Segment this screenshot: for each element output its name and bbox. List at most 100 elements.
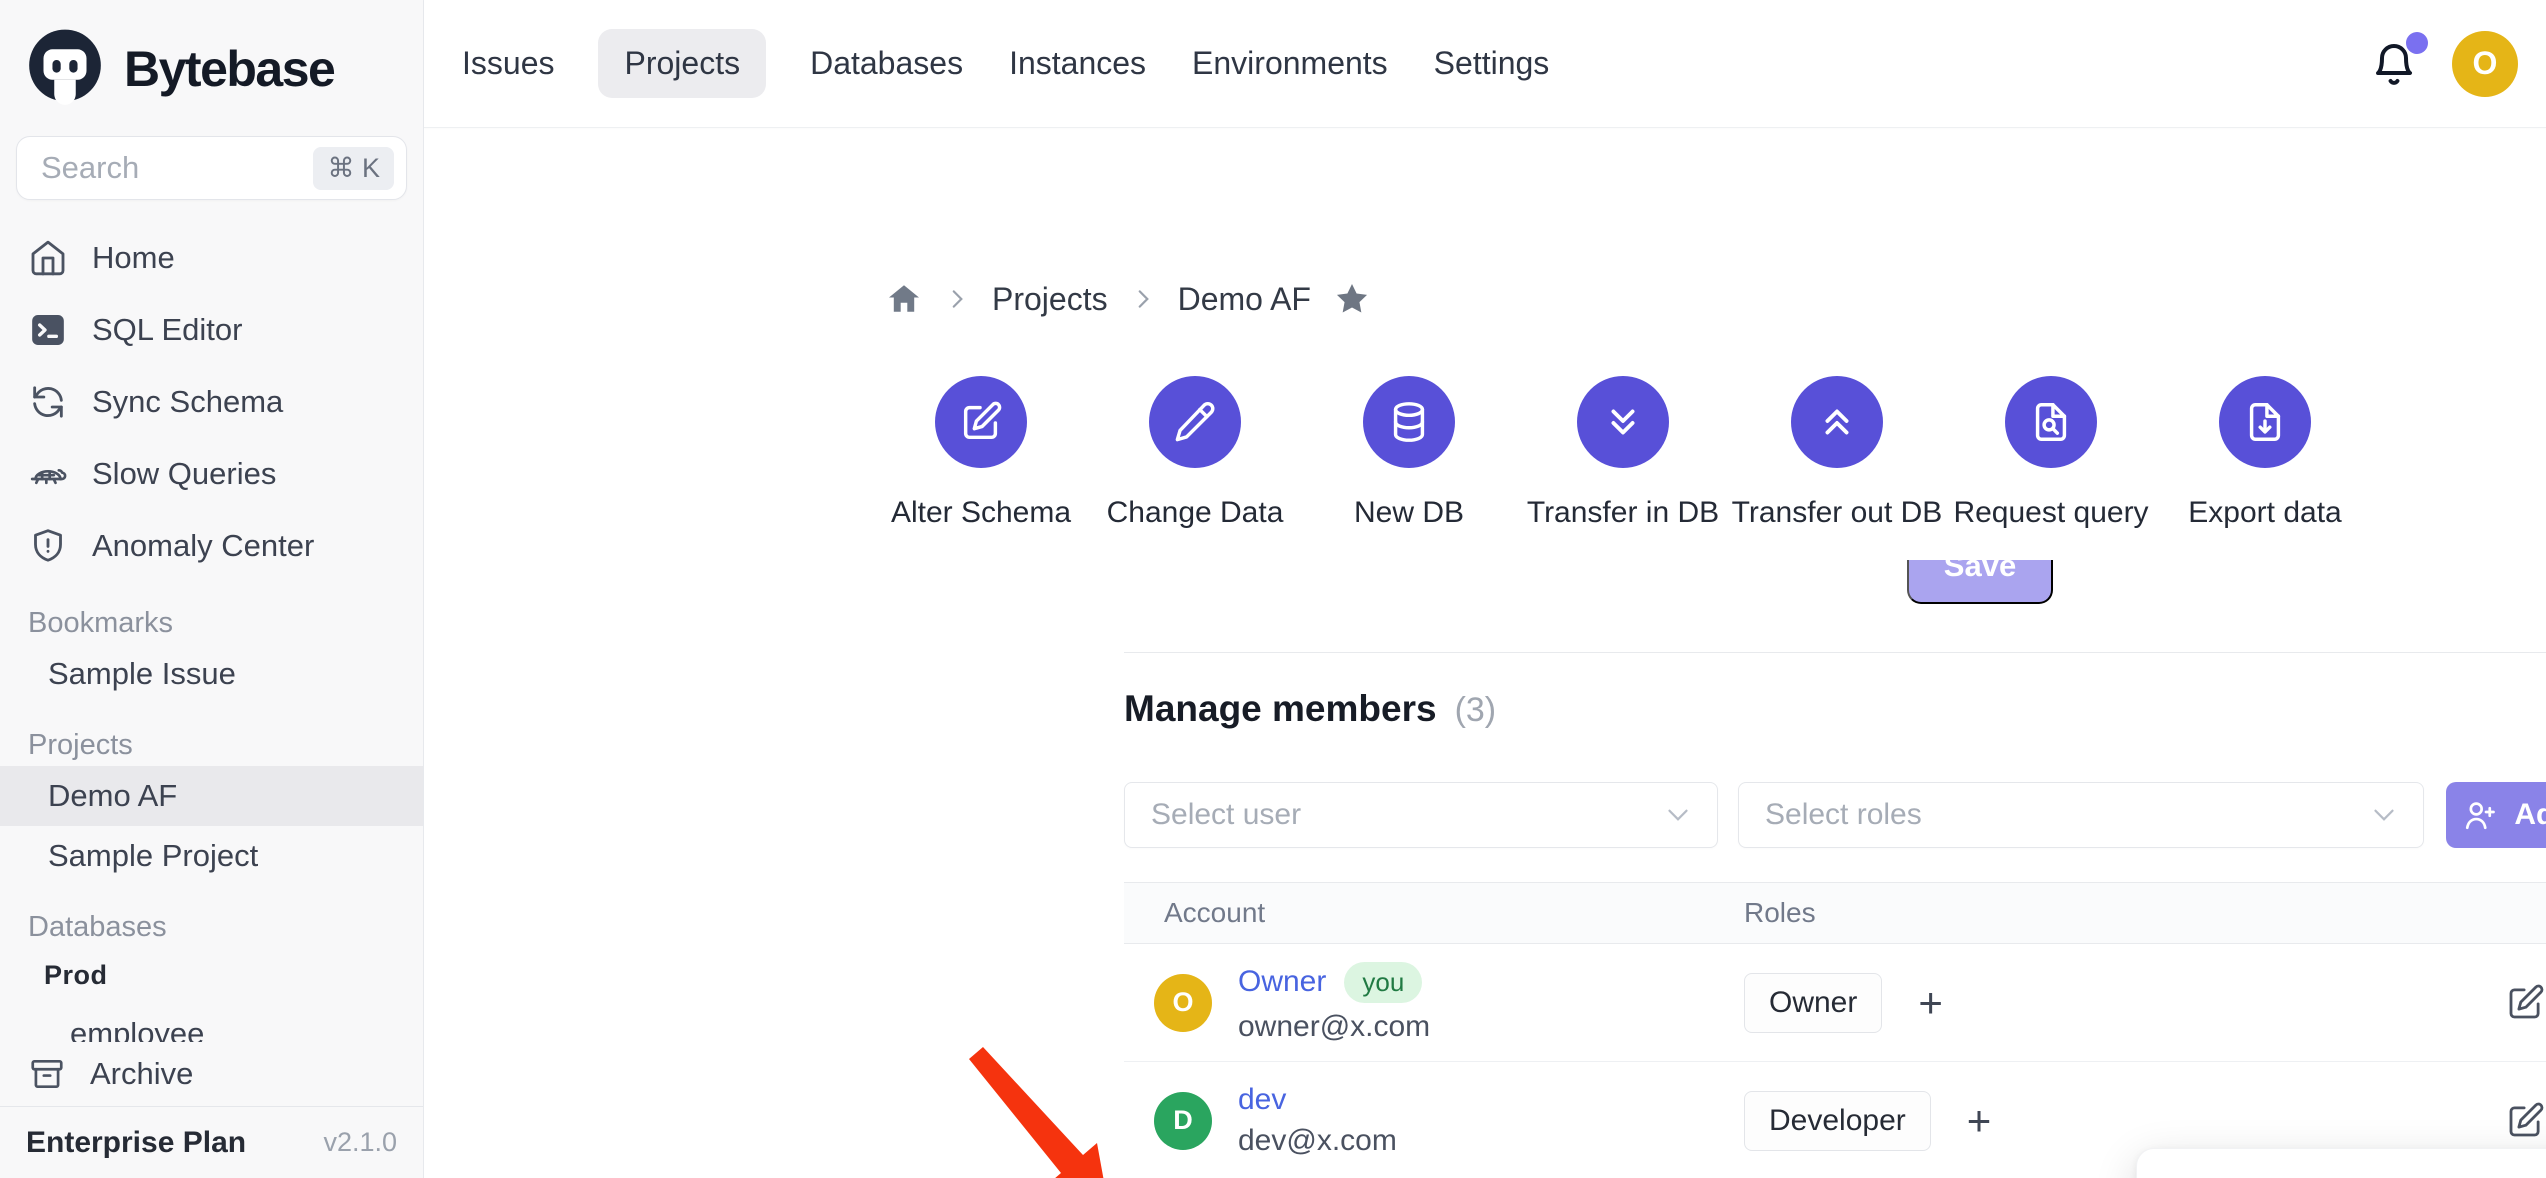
sidebar-item-sql-editor[interactable]: SQL Editor bbox=[0, 294, 423, 366]
breadcrumb-projects[interactable]: Projects bbox=[992, 281, 1108, 318]
version-label: v2.1.0 bbox=[323, 1127, 397, 1158]
brand-logo[interactable]: Bytebase bbox=[0, 0, 423, 122]
page-content: Projects Demo AF Alter Schema Change Dat… bbox=[424, 128, 2546, 1178]
action-label: Export data bbox=[2188, 496, 2341, 530]
file-search-icon bbox=[2028, 399, 2074, 445]
brand-name: Bytebase bbox=[124, 40, 334, 98]
chevron-right-icon bbox=[944, 286, 970, 312]
sidebar-item-archive[interactable]: Archive bbox=[0, 1042, 423, 1106]
breadcrumb-home-icon[interactable] bbox=[886, 281, 922, 317]
action-request-query[interactable]: Request query bbox=[1944, 376, 2158, 530]
action-label: Transfer in DB bbox=[1527, 496, 1719, 530]
sidebar-nav: Home SQL Editor Sync Schema Slow Queries… bbox=[0, 216, 423, 1042]
topbar-right: O bbox=[2370, 31, 2518, 97]
tab-databases[interactable]: Databases bbox=[808, 29, 965, 98]
sidebar-item-label: SQL Editor bbox=[92, 312, 242, 348]
breadcrumb: Projects Demo AF bbox=[886, 280, 1371, 318]
terminal-icon bbox=[28, 310, 68, 350]
save-button[interactable]: Save bbox=[1907, 560, 2053, 604]
members-table: Account Roles O Owner you owner@x.com bbox=[1124, 882, 2546, 1178]
select-user-placeholder: Select user bbox=[1151, 798, 1661, 832]
sidebar-item-sample-issue[interactable]: Sample Issue bbox=[0, 644, 423, 704]
member-name-link[interactable]: dev bbox=[1238, 1083, 1286, 1117]
favorite-star-icon[interactable] bbox=[1333, 280, 1371, 318]
sidebar-item-label: Home bbox=[92, 240, 175, 276]
action-label: New DB bbox=[1354, 496, 1464, 530]
action-label: Request query bbox=[1953, 496, 2148, 530]
turtle-icon bbox=[28, 454, 68, 494]
sidebar-section-projects: Projects bbox=[0, 724, 423, 766]
success-toast: Successfully added test to the project. bbox=[2136, 1148, 2546, 1178]
sync-icon bbox=[28, 382, 68, 422]
sidebar-item-employee[interactable]: employee bbox=[0, 1006, 423, 1042]
chevron-down-icon bbox=[1661, 798, 1695, 832]
select-roles-dropdown[interactable]: Select roles bbox=[1738, 782, 2424, 848]
sidebar-item-prod[interactable]: Prod bbox=[0, 948, 423, 1002]
add-member-button[interactable]: Add member bbox=[2446, 782, 2546, 848]
pencil-icon bbox=[1172, 399, 1218, 445]
sidebar-item-slow-queries[interactable]: Slow Queries bbox=[0, 438, 423, 510]
sidebar-item-sync-schema[interactable]: Sync Schema bbox=[0, 366, 423, 438]
action-label: Transfer out DB bbox=[1732, 496, 1943, 530]
sidebar-item-home[interactable]: Home bbox=[0, 222, 423, 294]
tab-environments[interactable]: Environments bbox=[1190, 29, 1390, 98]
main-area: Issues Projects Databases Instances Envi… bbox=[424, 0, 2546, 1178]
user-avatar[interactable]: O bbox=[2452, 31, 2518, 97]
chevrons-up-icon bbox=[1814, 399, 1860, 445]
sidebar-item-label: Archive bbox=[90, 1056, 193, 1092]
sidebar-item-label: Sample Project bbox=[48, 838, 258, 874]
sidebar-item-label: Anomaly Center bbox=[92, 528, 314, 564]
shield-icon bbox=[28, 526, 68, 566]
sidebar-item-anomaly-center[interactable]: Anomaly Center bbox=[0, 510, 423, 582]
table-header: Account Roles bbox=[1124, 882, 2546, 944]
chevron-down-icon bbox=[2367, 798, 2401, 832]
sidebar-section-databases: Databases bbox=[0, 906, 423, 948]
database-icon bbox=[1386, 399, 1432, 445]
sidebar-item-demo-af[interactable]: Demo AF bbox=[0, 766, 423, 826]
add-role-button[interactable]: + bbox=[1918, 982, 1943, 1024]
save-button-clipped: Save bbox=[1907, 560, 2053, 606]
breadcrumb-current-project[interactable]: Demo AF bbox=[1178, 281, 1311, 318]
plan-label: Enterprise Plan bbox=[26, 1126, 246, 1160]
select-user-dropdown[interactable]: Select user bbox=[1124, 782, 1718, 848]
chevrons-down-icon bbox=[1600, 399, 1646, 445]
edit-member-icon[interactable] bbox=[2504, 982, 2546, 1024]
role-chip[interactable]: Developer bbox=[1744, 1091, 1931, 1151]
action-label: Alter Schema bbox=[891, 496, 1071, 530]
section-title: Manage members bbox=[1124, 688, 1437, 730]
sidebar-section-bookmarks: Bookmarks bbox=[0, 602, 423, 644]
action-alter-schema[interactable]: Alter Schema bbox=[874, 376, 1088, 530]
action-transfer-in-db[interactable]: Transfer in DB bbox=[1516, 376, 1730, 530]
tab-instances[interactable]: Instances bbox=[1007, 29, 1148, 98]
action-export-data[interactable]: Export data bbox=[2158, 376, 2372, 530]
tab-projects[interactable]: Projects bbox=[598, 29, 766, 98]
sidebar-item-label: Slow Queries bbox=[92, 456, 276, 492]
file-download-icon bbox=[2242, 399, 2288, 445]
tab-settings[interactable]: Settings bbox=[1432, 29, 1552, 98]
role-chip[interactable]: Owner bbox=[1744, 973, 1882, 1033]
action-new-db[interactable]: New DB bbox=[1302, 376, 1516, 530]
tab-issues[interactable]: Issues bbox=[460, 29, 556, 98]
sidebar-item-sample-project[interactable]: Sample Project bbox=[0, 826, 423, 886]
member-controls: Select user Select roles Add member bbox=[1124, 782, 2546, 848]
manage-members-section: Manage members (3) Select user Select ro… bbox=[1124, 688, 2546, 1178]
edit-member-icon[interactable] bbox=[2504, 1100, 2546, 1142]
section-divider bbox=[1124, 652, 2546, 653]
column-roles: Roles bbox=[1744, 897, 1816, 929]
sidebar-item-label: Demo AF bbox=[48, 778, 177, 814]
search-input[interactable] bbox=[41, 150, 313, 186]
home-icon bbox=[28, 238, 68, 278]
action-transfer-out-db[interactable]: Transfer out DB bbox=[1730, 376, 1944, 530]
top-navigation: Issues Projects Databases Instances Envi… bbox=[424, 0, 2546, 128]
user-plus-icon bbox=[2462, 797, 2498, 833]
add-role-button[interactable]: + bbox=[1967, 1100, 1992, 1142]
notifications-button[interactable] bbox=[2370, 40, 2418, 88]
quick-actions-bar: Alter Schema Change Data New DB Transfer… bbox=[874, 376, 2372, 530]
member-email: owner@x.com bbox=[1238, 1010, 1430, 1044]
you-badge: you bbox=[1344, 962, 1422, 1003]
search-box[interactable]: ⌘ K bbox=[16, 136, 407, 200]
sidebar: Bytebase ⌘ K Home SQL Editor Sync Schema… bbox=[0, 0, 424, 1178]
member-name-link[interactable]: Owner bbox=[1238, 965, 1326, 999]
members-count: (3) bbox=[1455, 691, 1497, 730]
action-change-data[interactable]: Change Data bbox=[1088, 376, 1302, 530]
